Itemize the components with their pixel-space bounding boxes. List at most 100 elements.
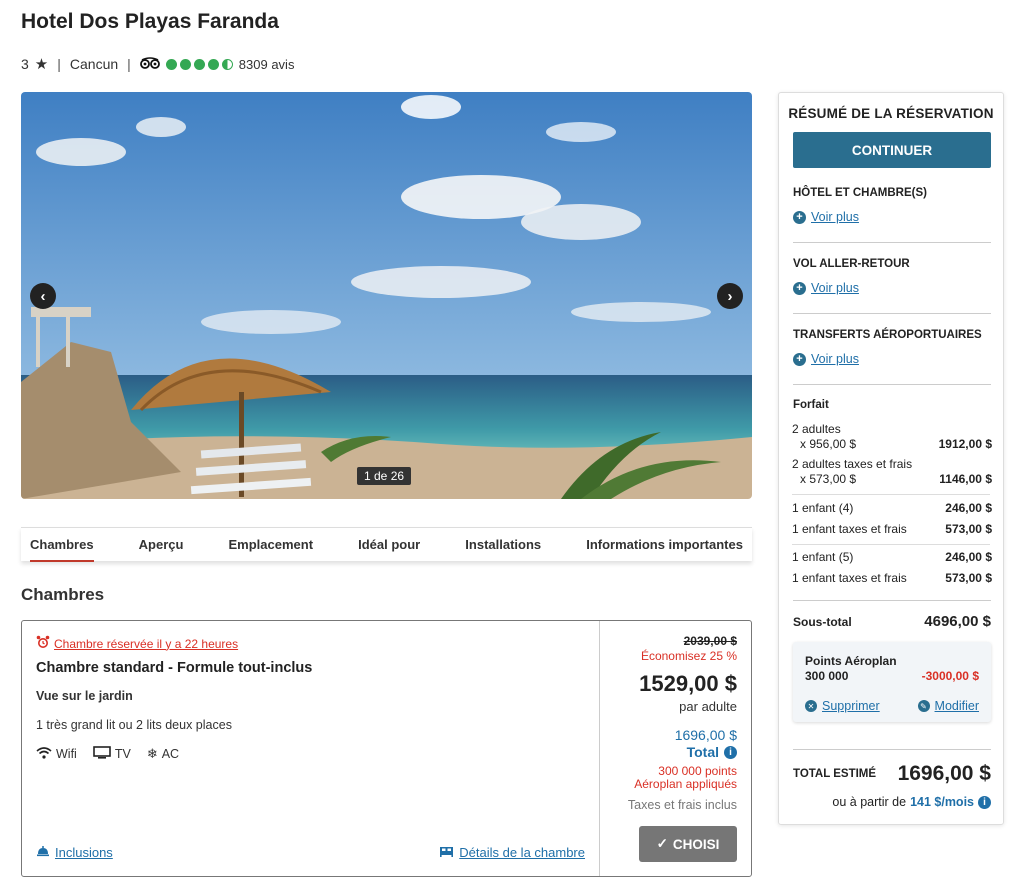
- continue-button[interactable]: CONTINUER: [793, 132, 991, 168]
- hotel-see-more-link[interactable]: + Voir plus: [793, 210, 859, 224]
- amenity-tv: TV: [93, 746, 131, 762]
- remove-circle-icon: ✕: [805, 700, 817, 712]
- estimated-total-label: TOTAL ESTIMÉ: [793, 768, 877, 780]
- tab-informations-importantes[interactable]: Informations importantes: [586, 528, 743, 562]
- adults-tax-line: 2 adultes taxes et frais: [792, 457, 992, 471]
- divider: [793, 600, 991, 601]
- edit-pencil-icon: ✎: [917, 700, 930, 712]
- price-per-adult: 1529,00 $: [639, 671, 737, 696]
- room-total-value: 1696,00 $: [674, 727, 737, 743]
- gallery-prev-arrow-icon[interactable]: ‹: [30, 283, 56, 309]
- estimated-total-row: TOTAL ESTIMÉ 1696,00 $: [793, 762, 991, 786]
- snowflake-icon: ❄: [146, 746, 158, 761]
- line-value: 246,00 $: [945, 501, 992, 515]
- info-icon[interactable]: i: [724, 745, 737, 759]
- line-label: x 573,00 $: [800, 472, 857, 486]
- modify-points-link[interactable]: ✎ Modifier: [917, 699, 979, 713]
- adults-tax-price-line: x 573,00 $ 1146,00 $: [792, 472, 992, 486]
- package-heading: Forfait: [793, 399, 829, 411]
- see-more-label: Voir plus: [811, 281, 859, 295]
- room-details-label: Détails de la chambre: [459, 845, 585, 860]
- recent-booking-notice[interactable]: Chambre réservée il y a 22 heures: [36, 635, 238, 652]
- transfers-see-more-link[interactable]: + Voir plus: [793, 352, 859, 366]
- see-more-label: Voir plus: [811, 210, 859, 224]
- chosen-button[interactable]: ✓ CHOISI: [639, 826, 737, 862]
- room-beds: 1 très grand lit ou 2 lits deux places: [36, 718, 232, 732]
- flight-see-more-link[interactable]: + Voir plus: [793, 281, 859, 295]
- rating-bubble: [165, 58, 177, 70]
- rooms-section-title: Chambres: [21, 585, 105, 604]
- inclusions-link[interactable]: Inclusions: [36, 845, 113, 860]
- tab-emplacement[interactable]: Emplacement: [229, 528, 314, 562]
- line-value: 573,00 $: [945, 571, 992, 585]
- check-icon: ✓: [656, 836, 668, 851]
- hotel-city: Cancun: [69, 56, 119, 72]
- subtotal-label: Sous-total: [793, 615, 852, 629]
- divider: [792, 544, 990, 545]
- plus-circle-icon: +: [793, 281, 806, 295]
- room-name: Chambre standard - Formule tout-inclus: [36, 660, 313, 676]
- line-label: 2 adultes taxes et frais: [792, 457, 913, 471]
- info-icon[interactable]: i: [978, 795, 991, 809]
- line-value: 1912,00 $: [938, 437, 992, 451]
- monthly-prefix: ou à partir de: [832, 795, 907, 809]
- divider: |: [57, 56, 61, 72]
- gallery-counter: 1 de 26: [357, 467, 412, 485]
- child2-tax-line: 1 enfant taxes et frais 573,00 $: [792, 571, 992, 585]
- savings-label: Économisez 25 %: [640, 649, 737, 663]
- divider: |: [127, 56, 131, 72]
- tab-installations[interactable]: Installations: [465, 528, 541, 562]
- child1-tax-line: 1 enfant taxes et frais 573,00 $: [792, 522, 992, 536]
- rating-bubble: [193, 58, 205, 70]
- room-view: Vue sur le jardin: [36, 689, 133, 703]
- alarm-clock-icon: [36, 635, 50, 652]
- divider: [793, 242, 991, 243]
- hotel-meta: 3 ★ | Cancun | 8309 avis: [21, 55, 294, 73]
- divider: [793, 749, 991, 750]
- tab-chambres[interactable]: Chambres: [30, 528, 94, 562]
- rating-bubbles: [165, 58, 233, 70]
- star-icon: ★: [34, 56, 49, 73]
- divider: [793, 313, 991, 314]
- amenity-label: TV: [114, 747, 131, 761]
- aeroplan-box: Points Aéroplan 300 000 -3000,00 $ ✕ Sup…: [793, 642, 991, 722]
- plus-circle-icon: +: [793, 210, 806, 224]
- review-count[interactable]: 8309 avis: [239, 57, 295, 72]
- original-price: 2039,00 $: [683, 634, 737, 648]
- remove-points-link[interactable]: ✕ Supprimer: [805, 699, 880, 713]
- flight-heading: VOL ALLER-RETOUR: [793, 258, 910, 270]
- room-pricing: 2039,00 $ Économisez 25 % 1529,00 $ par …: [599, 621, 751, 876]
- line-label: 1 enfant (5): [792, 550, 854, 564]
- line-value: 246,00 $: [945, 550, 992, 564]
- total-label-text: Total: [686, 744, 719, 760]
- tab-ideal-pour[interactable]: Idéal pour: [358, 528, 420, 562]
- wifi-icon: [36, 746, 52, 762]
- line-label: x 956,00 $: [800, 437, 857, 451]
- booking-summary: RÉSUMÉ DE LA RÉSERVATION CONTINUER HÔTEL…: [778, 92, 1004, 825]
- see-more-label: Voir plus: [811, 352, 859, 366]
- star-rating: 3: [21, 56, 29, 72]
- line-value: 1146,00 $: [939, 472, 992, 486]
- recent-booking-text: Chambre réservée il y a 22 heures: [54, 636, 239, 651]
- tripadvisor-icon: [139, 56, 160, 72]
- inclusions-label: Inclusions: [55, 845, 113, 860]
- gallery-next-arrow-icon[interactable]: ›: [717, 283, 743, 309]
- aeroplan-discount: -3000,00 $: [921, 669, 979, 683]
- aeroplan-points-applied: 300 000 points Aéroplan appliqués: [634, 765, 737, 791]
- line-value: 573,00 $: [945, 522, 992, 536]
- room-info: Chambre réservée il y a 22 heures Chambr…: [22, 621, 599, 876]
- room-details-link[interactable]: Détails de la chambre: [439, 845, 585, 860]
- aeroplan-title: Points Aéroplan: [805, 654, 897, 668]
- aeroplan-points: 300 000: [805, 669, 849, 683]
- monthly-amount[interactable]: 141 $/mois: [910, 795, 974, 809]
- subtotal-row: Sous-total 4696,00 $: [793, 613, 991, 630]
- room-card: Chambre réservée il y a 22 heures Chambr…: [21, 620, 752, 877]
- child2-line: 1 enfant (5) 246,00 $: [792, 550, 992, 564]
- divider: [792, 494, 990, 495]
- monthly-payment: ou à partir de 141 $/mois i: [832, 795, 991, 809]
- estimated-total-value: 1696,00 $: [897, 762, 991, 785]
- photo-gallery[interactable]: ‹ › 1 de 26: [21, 92, 752, 499]
- tab-apercu[interactable]: Aperçu: [139, 528, 184, 562]
- subtotal-value: 4696,00 $: [924, 613, 991, 630]
- adults-price-line: x 956,00 $ 1912,00 $: [792, 437, 992, 451]
